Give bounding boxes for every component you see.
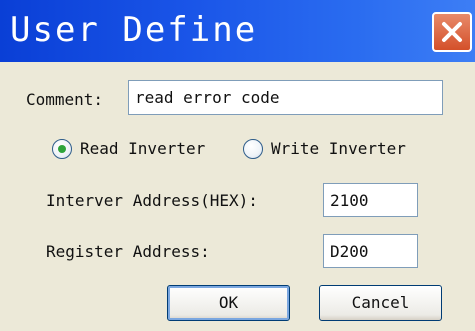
register-address-label: Register Address: — [46, 242, 210, 261]
write-inverter-radio[interactable] — [243, 139, 263, 159]
register-address-input[interactable] — [323, 234, 418, 268]
write-inverter-label[interactable]: Write Inverter — [271, 139, 406, 159]
inverter-address-input[interactable] — [323, 183, 418, 217]
title-bar[interactable]: User Define — [0, 0, 475, 62]
comment-label: Comment: — [26, 90, 104, 109]
ok-button[interactable]: OK — [167, 285, 290, 321]
read-inverter-radio[interactable] — [52, 139, 72, 159]
comment-input[interactable] — [128, 80, 443, 115]
window-title: User Define — [10, 10, 258, 50]
close-button[interactable] — [432, 12, 472, 52]
user-define-dialog: User Define Comment: Read Inverter Write… — [0, 0, 475, 331]
cancel-button[interactable]: Cancel — [319, 285, 442, 321]
read-inverter-label[interactable]: Read Inverter — [80, 139, 205, 159]
close-icon — [442, 22, 462, 42]
inverter-address-label: Interver Address(HEX): — [46, 191, 258, 210]
